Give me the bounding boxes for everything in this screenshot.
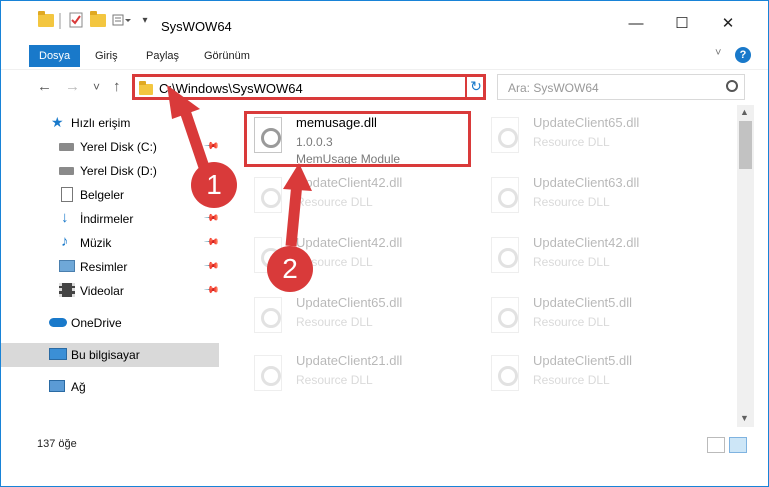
- explorer-window: ▾ SysWOW64 — ☐ ✕ Dosya Giriş Paylaş Görü…: [0, 0, 769, 487]
- callout-badge-1: 1: [191, 162, 237, 208]
- callout-arrows: [167, 85, 312, 247]
- callout-badge-2: 2: [267, 246, 313, 292]
